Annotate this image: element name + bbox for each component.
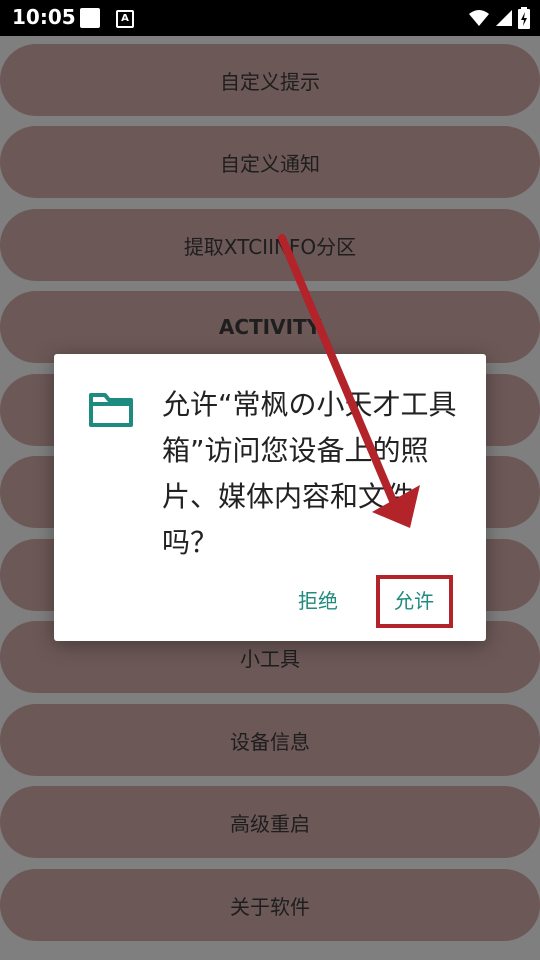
folder-icon bbox=[89, 393, 133, 427]
menu-item-activity[interactable]: ACTIVITY bbox=[0, 291, 540, 363]
dialog-message: 允许“常枫の小天才工具箱”访问您设备上的照片、媒体内容和文件吗？ bbox=[162, 388, 457, 559]
allow-highlight-box bbox=[376, 575, 453, 628]
menu-item-custom-tip[interactable]: 自定义提示 bbox=[0, 44, 540, 116]
wifi-icon bbox=[469, 10, 489, 26]
battery-icon bbox=[518, 7, 530, 29]
menu-item-custom-notification[interactable]: 自定义通知 bbox=[0, 126, 540, 198]
signal-icon bbox=[496, 10, 512, 26]
menu-item-about[interactable]: 关于软件 bbox=[0, 869, 540, 941]
status-bar: 10:05 A bbox=[0, 0, 540, 36]
status-icons bbox=[468, 6, 530, 30]
a-badge-icon: A bbox=[116, 10, 134, 28]
menu-item-advanced-reboot[interactable]: 高级重启 bbox=[0, 786, 540, 858]
menu-item-extract-xtciinfo[interactable]: 提取XTCIINFO分区 bbox=[0, 209, 540, 281]
menu-item-device-info[interactable]: 设备信息 bbox=[0, 704, 540, 776]
notification-square-icon bbox=[80, 8, 100, 28]
deny-button[interactable]: 拒绝 bbox=[284, 576, 352, 626]
status-time: 10:05 bbox=[12, 5, 76, 29]
